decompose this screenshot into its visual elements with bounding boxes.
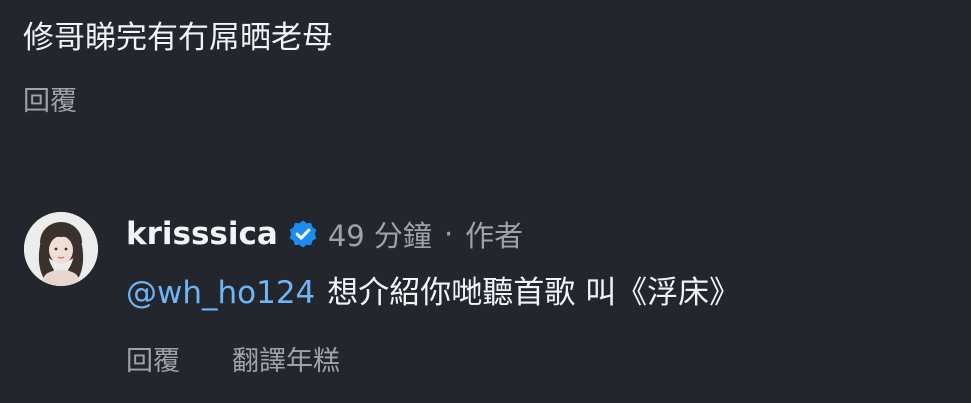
parent-reply-button[interactable]: 回覆	[23, 84, 77, 120]
reply-comment-text: @wh_ho124 想介紹你哋聽首歌 叫《浮床》	[126, 270, 740, 316]
translate-button[interactable]: 翻譯年糕	[232, 344, 340, 380]
avatar[interactable]	[24, 212, 98, 286]
verified-badge-icon	[288, 219, 318, 249]
reply-author-line: krisssica 49 分鐘 · 作者	[126, 212, 523, 256]
parent-comment-text: 修哥睇完有冇屌晒老母	[23, 20, 333, 56]
user-mention-link[interactable]: @wh_ho124	[126, 275, 315, 311]
comment-time: 49 分鐘	[327, 219, 432, 253]
avatar-photo	[24, 212, 98, 286]
username[interactable]: krisssica	[126, 216, 278, 252]
author-tag: 作者	[465, 219, 524, 253]
reply-actions: 回覆 翻譯年糕	[126, 344, 340, 380]
reply-body: 想介紹你哋聽首歌 叫《浮床》	[327, 275, 741, 311]
meta-separator: ·	[443, 217, 454, 251]
reply-button[interactable]: 回覆	[126, 344, 180, 380]
